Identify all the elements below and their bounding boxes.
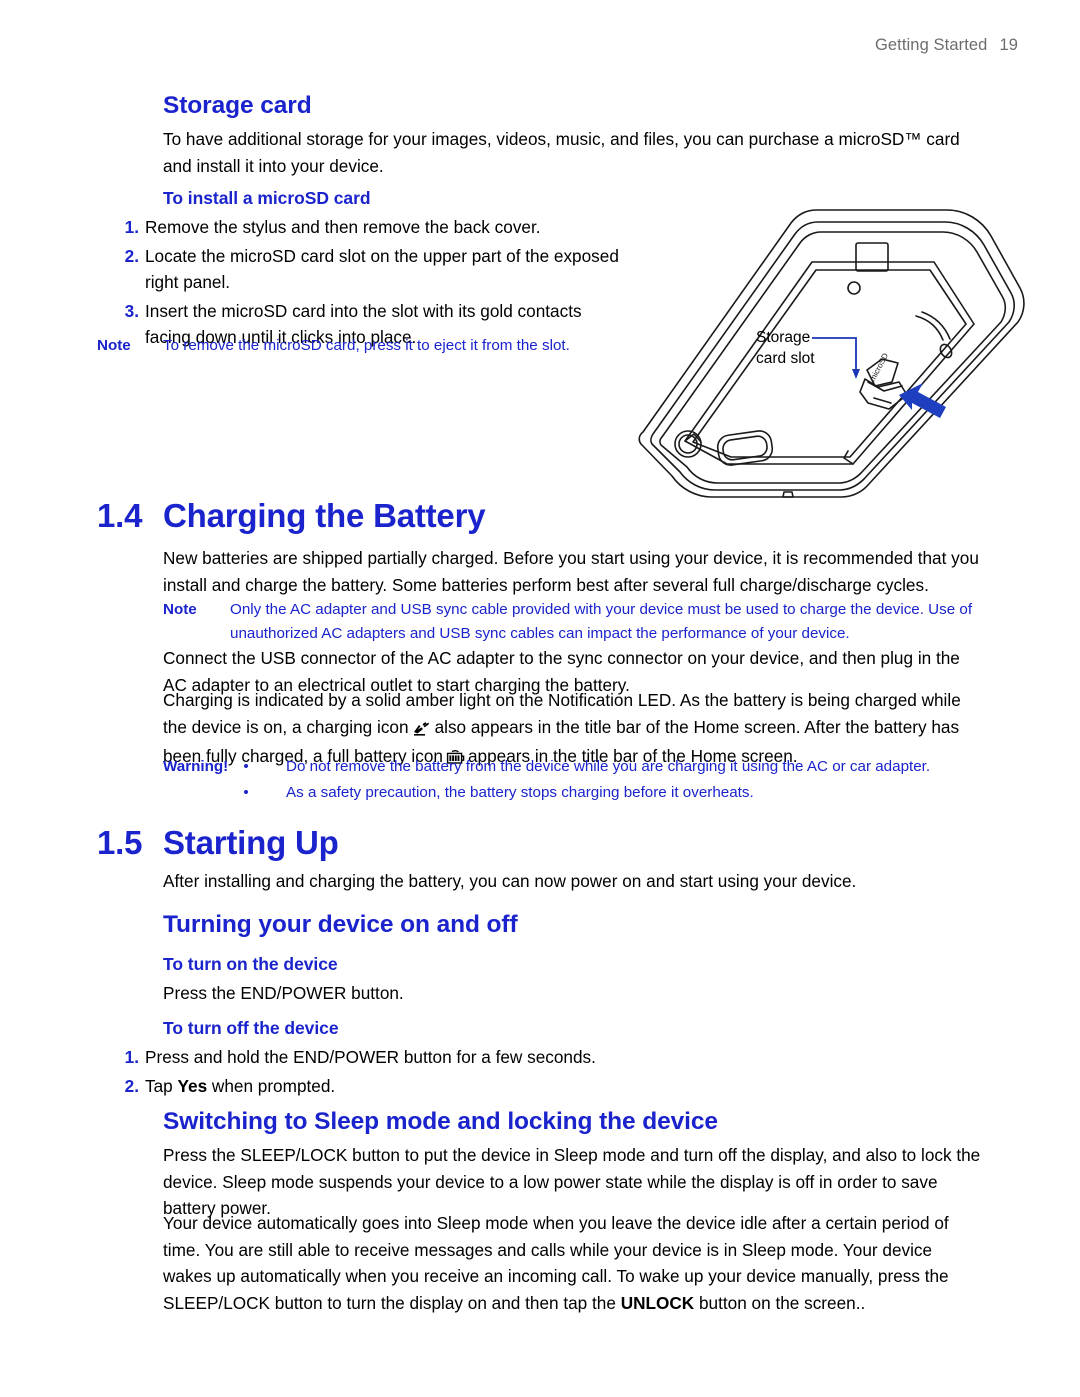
sleep-mode-heading: Switching to Sleep mode and locking the … <box>163 1108 718 1135</box>
turning-device-heading: Turning your device on and off <box>163 911 518 938</box>
note-text: To remove the microSD card, press it to … <box>163 337 570 354</box>
storage-card-intro: To have additional storage for your imag… <box>163 129 960 176</box>
warning-item-text: As a safety precaution, the battery stop… <box>286 783 754 801</box>
turn-on-device-text: Press the END/POWER button. <box>163 983 404 1003</box>
warning-block: Warning! • Do not remove the battery fro… <box>163 755 985 804</box>
section-title: Charging the Battery <box>163 497 486 534</box>
sleep-paragraph-2-part2: button on the screen.. <box>694 1292 866 1313</box>
bullet-icon: • <box>243 758 249 775</box>
list-text: Press and hold the END/POWER button for … <box>145 1047 596 1067</box>
list-text-suffix: when prompted. <box>207 1075 336 1096</box>
section-number: 1.5 <box>97 824 143 861</box>
list-text: Locate the microSD card slot on the uppe… <box>145 245 619 293</box>
turn-on-heading-wrap: To turn on the device <box>163 954 985 975</box>
storage-card-note-wrap: Note To remove the microSD card, press i… <box>97 334 627 358</box>
sleep-paragraph2-wrap: Your device automatically goes into Slee… <box>163 1210 985 1316</box>
callout-leader-line <box>812 337 857 373</box>
turning-device-heading-wrap: Turning your device on and off <box>163 911 985 939</box>
warning-label: Warning! <box>163 758 229 775</box>
charging-warning-wrap: Warning! • Do not remove the battery fro… <box>163 755 985 806</box>
section-title: Starting Up <box>163 824 339 861</box>
charging-paragraph-1: New batteries are shipped partially char… <box>163 548 979 595</box>
section-number: 1.4 <box>97 497 143 534</box>
list-text: Remove the stylus and then remove the ba… <box>145 217 541 237</box>
sleep-mode-heading-wrap: Switching to Sleep mode and locking the … <box>163 1108 985 1136</box>
note-block: Note To remove the microSD card, press i… <box>97 334 627 358</box>
running-header-section: Getting Started <box>874 36 988 54</box>
install-microsd-steps-wrap: 1. Remove the stylus and then remove the… <box>97 214 627 353</box>
sleep-paragraph-2: Your device automatically goes into Slee… <box>163 1210 985 1316</box>
note-label: Note <box>97 337 131 354</box>
storage-card-heading: Storage card <box>163 92 312 119</box>
list-marker: 3. <box>124 300 139 321</box>
starting-up-intro: After installing and charging the batter… <box>163 871 857 891</box>
list-marker: 2. <box>124 1075 139 1096</box>
storage-card-heading-wrap: Storage card <box>163 92 985 120</box>
turn-off-steps-wrap: 1. Press and hold the END/POWER button f… <box>97 1044 697 1101</box>
list-text-prefix: Tap <box>145 1075 178 1096</box>
list-text-bold: Yes <box>177 1075 208 1096</box>
list-item: 2. Tap Yes when prompted. <box>97 1073 697 1100</box>
page-number: 19 <box>999 36 1018 54</box>
list-item: • Do not remove the battery from the dev… <box>241 755 985 779</box>
callout-line-1: Storage <box>756 329 811 346</box>
turn-on-device-heading: To turn on the device <box>163 954 338 974</box>
list-marker: 1. <box>124 1047 139 1067</box>
warning-item-text: Do not remove the battery from the devic… <box>286 758 931 775</box>
battery-charging-icon <box>412 717 432 744</box>
note-label: Note <box>163 601 197 618</box>
list-item: • As a safety precaution, the battery st… <box>241 781 985 805</box>
note-text: Only the AC adapter and USB sync cable p… <box>230 601 973 642</box>
callout-line-2: card slot <box>756 350 815 367</box>
turn-off-device-steps: 1. Press and hold the END/POWER button f… <box>97 1044 697 1099</box>
starting-up-heading-wrap: 1.5 Starting Up <box>97 824 985 861</box>
unlock-bold-text: UNLOCK <box>620 1292 695 1313</box>
list-item: 1. Press and hold the END/POWER button f… <box>97 1044 697 1071</box>
device-back-drawing: microSD <box>638 209 1025 498</box>
install-microsd-steps: 1. Remove the stylus and then remove the… <box>97 214 627 351</box>
storage-card-slot-callout: Storage card slot <box>756 327 815 369</box>
list-marker: 1. <box>124 217 139 237</box>
section-heading-starting-up: 1.5 Starting Up <box>97 824 985 861</box>
charging-paragraph1-wrap: New batteries are shipped partially char… <box>163 545 981 598</box>
storage-card-intro-wrap: To have additional storage for your imag… <box>163 126 981 179</box>
section-heading-charging: 1.4 Charging the Battery <box>97 497 985 534</box>
note-block: Note Only the AC adapter and USB sync ca… <box>163 598 983 645</box>
starting-up-intro-wrap: After installing and charging the batter… <box>163 868 981 895</box>
running-header: Getting Started 19 <box>875 36 1018 55</box>
list-marker: 2. <box>124 245 139 266</box>
turn-off-device-heading: To turn off the device <box>163 1018 339 1038</box>
callout-leader-arrowhead <box>852 369 860 379</box>
warning-items: • Do not remove the battery from the dev… <box>163 755 985 804</box>
list-item: 2. Locate the microSD card slot on the u… <box>97 243 627 296</box>
turn-off-heading-wrap: To turn off the device <box>163 1018 985 1039</box>
manual-page: Getting Started 19 Storage card To have a… <box>0 0 1080 1397</box>
bullet-icon: • <box>243 783 249 801</box>
list-item: 1. Remove the stylus and then remove the… <box>97 214 627 241</box>
microsd-install-illustration: microSD Storage card slot <box>616 196 1036 506</box>
turn-on-text-wrap: Press the END/POWER button. <box>163 980 985 1007</box>
charging-section-heading-wrap: 1.4 Charging the Battery <box>97 497 985 534</box>
charging-note-wrap: Note Only the AC adapter and USB sync ca… <box>163 598 983 645</box>
